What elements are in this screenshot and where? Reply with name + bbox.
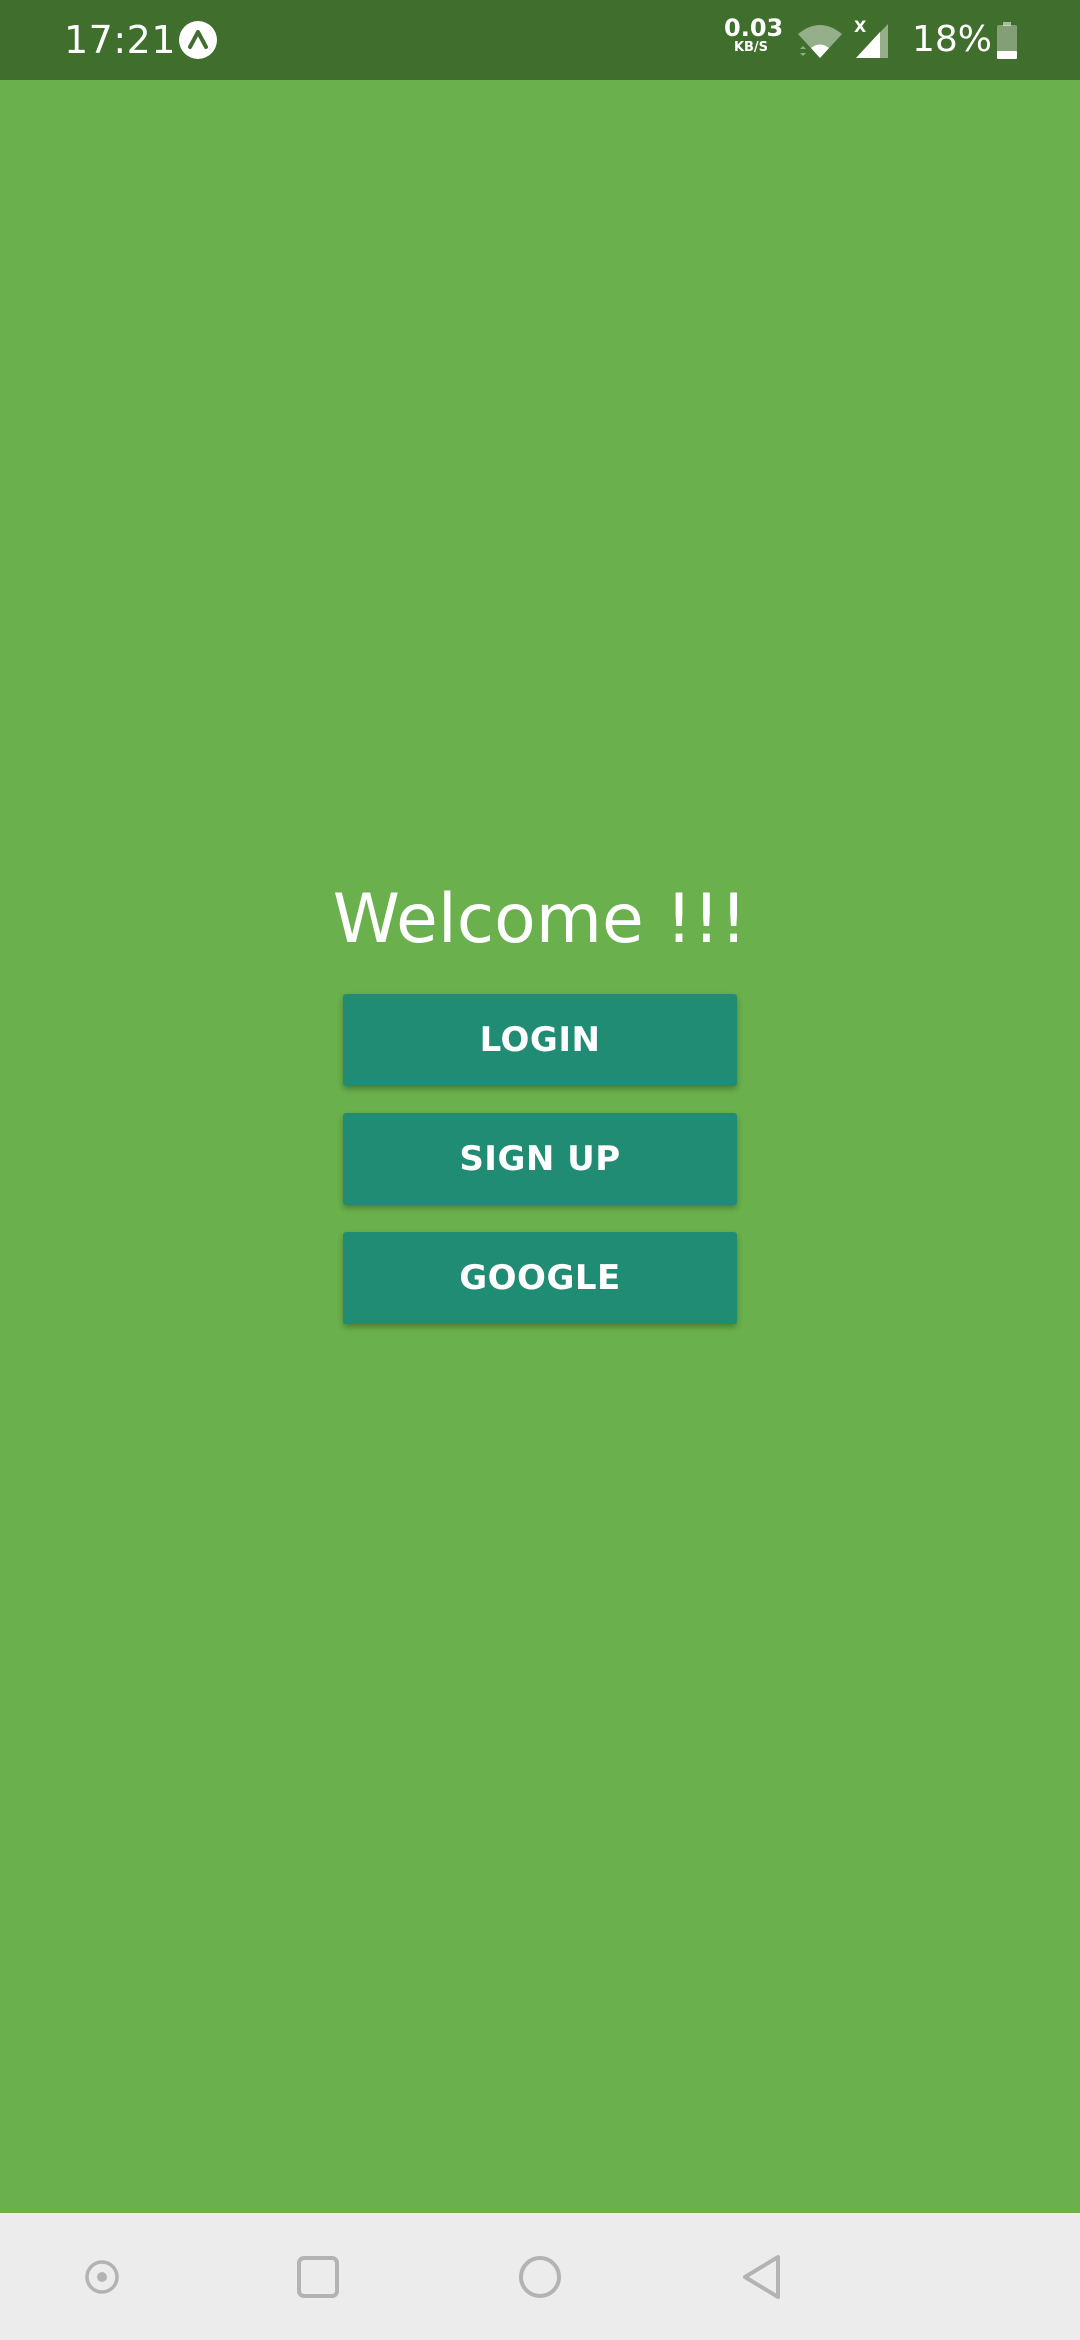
battery-icon [996, 22, 1018, 60]
navigation-bar [0, 2213, 1080, 2340]
svg-text:X: X [854, 18, 867, 36]
status-bar: 17:21 0.03 KB/S X 18% [0, 0, 1080, 80]
recents-square-icon[interactable] [276, 2235, 360, 2319]
network-speed-unit: KB/S [733, 40, 769, 55]
login-button[interactable]: LOGIN [343, 994, 737, 1086]
back-triangle-icon[interactable] [720, 2235, 804, 2319]
home-circle-icon[interactable] [498, 2235, 582, 2319]
google-sign-in-button[interactable]: GOOGLE [343, 1232, 737, 1324]
sign-up-button[interactable]: SIGN UP [343, 1113, 737, 1205]
assistant-dot-icon[interactable] [60, 2235, 144, 2319]
welcome-title: Welcome !!! [332, 880, 748, 959]
status-time: 17:21 [64, 18, 177, 62]
cell-signal-icon: X [852, 17, 892, 60]
expo-arrow-icon [178, 20, 218, 60]
battery-percent: 18% [912, 19, 993, 60]
network-speed: 0.03 KB/S [724, 14, 784, 55]
wifi-icon [796, 22, 844, 60]
network-speed-value: 0.03 [724, 14, 784, 42]
